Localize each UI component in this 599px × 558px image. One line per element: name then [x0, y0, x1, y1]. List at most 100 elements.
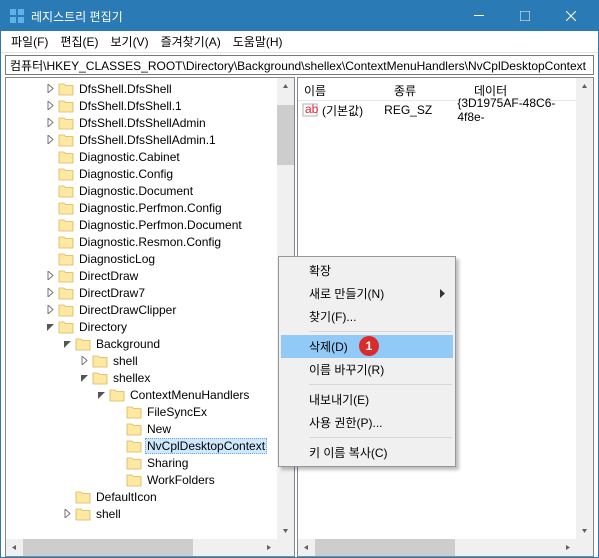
- menu-help[interactable]: 도움말(H): [227, 31, 289, 52]
- no-expand: [61, 491, 73, 503]
- list-scrollbar-horizontal[interactable]: [298, 539, 576, 556]
- folder-icon: [126, 405, 142, 419]
- tree-item[interactable]: DfsShell.DfsShellAdmin.1: [6, 131, 277, 148]
- scroll-thumb[interactable]: [23, 539, 193, 556]
- title-bar: 레지스트리 편집기: [1, 1, 598, 31]
- scroll-up-icon[interactable]: [576, 78, 593, 95]
- column-type[interactable]: 종류: [388, 78, 468, 100]
- collapse-icon[interactable]: [61, 338, 73, 350]
- folder-icon: [126, 439, 142, 453]
- expand-icon[interactable]: [44, 83, 56, 95]
- scroll-down-icon[interactable]: [576, 522, 593, 539]
- scroll-track[interactable]: [576, 95, 593, 522]
- list-row[interactable]: ab(기본값)REG_SZ{3D1975AF-48C6-4f8e-: [298, 101, 576, 119]
- maximize-button[interactable]: [502, 1, 548, 31]
- expand-icon[interactable]: [44, 134, 56, 146]
- tree-item[interactable]: ContextMenuHandlers: [6, 386, 277, 403]
- tree-item[interactable]: Diagnostic.Resmon.Config: [6, 233, 277, 250]
- no-expand: [44, 253, 56, 265]
- expand-icon[interactable]: [44, 270, 56, 282]
- tree-scrollbar-horizontal[interactable]: [6, 539, 277, 556]
- ctx-permissions[interactable]: 사용 권한(P)...: [281, 411, 453, 434]
- no-expand: [44, 219, 56, 231]
- tree-item[interactable]: Diagnostic.Perfmon.Document: [6, 216, 277, 233]
- ctx-export[interactable]: 내보내기(E): [281, 388, 453, 411]
- tree-item[interactable]: NvCplDesktopContext: [6, 437, 277, 454]
- folder-icon: [58, 82, 74, 96]
- expand-icon[interactable]: [61, 508, 73, 520]
- svg-text:ab: ab: [305, 102, 318, 116]
- scroll-left-icon[interactable]: [6, 539, 23, 556]
- tree-item[interactable]: DfsShell.DfsShell.1: [6, 97, 277, 114]
- ctx-find[interactable]: 찾기(F)...: [281, 305, 453, 328]
- folder-icon: [75, 507, 91, 521]
- expand-icon[interactable]: [78, 355, 90, 367]
- menu-edit[interactable]: 편집(E): [54, 31, 104, 52]
- tree-item[interactable]: Directory: [6, 318, 277, 335]
- menu-view[interactable]: 보기(V): [104, 31, 154, 52]
- ctx-new-label: 새로 만들기(N): [309, 285, 384, 302]
- tree-item[interactable]: DirectDraw7: [6, 284, 277, 301]
- ctx-expand[interactable]: 확장: [281, 259, 453, 282]
- tree-item[interactable]: DfsShell.DfsShellAdmin: [6, 114, 277, 131]
- tree-item-label: Diagnostic.Resmon.Config: [77, 235, 223, 249]
- expand-icon[interactable]: [44, 117, 56, 129]
- folder-icon: [92, 354, 108, 368]
- scroll-left-icon[interactable]: [298, 539, 315, 556]
- tree-item[interactable]: DirectDraw: [6, 267, 277, 284]
- tree-item-label: DfsShell.DfsShell: [77, 82, 174, 96]
- ctx-rename[interactable]: 이름 바꾸기(R): [281, 358, 453, 381]
- tree-item[interactable]: Background: [6, 335, 277, 352]
- ctx-new[interactable]: 새로 만들기(N): [281, 282, 453, 305]
- tree-item[interactable]: Sharing: [6, 454, 277, 471]
- collapse-icon[interactable]: [78, 372, 90, 384]
- tree-item[interactable]: DirectDrawClipper: [6, 301, 277, 318]
- tree-item-label: Diagnostic.Perfmon.Document: [77, 218, 244, 232]
- scroll-right-icon[interactable]: [559, 539, 576, 556]
- tree-item[interactable]: Diagnostic.Cabinet: [6, 148, 277, 165]
- folder-icon: [75, 337, 91, 351]
- scroll-thumb[interactable]: [277, 105, 294, 165]
- tree-item[interactable]: New: [6, 420, 277, 437]
- close-button[interactable]: [548, 1, 594, 31]
- collapse-icon[interactable]: [44, 321, 56, 333]
- ctx-delete-label: 삭제(D): [309, 338, 348, 355]
- address-bar[interactable]: 컴퓨터\HKEY_CLASSES_ROOT\Directory\Backgrou…: [5, 55, 594, 75]
- tree-item-label: Sharing: [145, 456, 190, 470]
- tree-item[interactable]: DiagnosticLog: [6, 250, 277, 267]
- collapse-icon[interactable]: [95, 389, 107, 401]
- scroll-right-icon[interactable]: [260, 539, 277, 556]
- folder-icon: [58, 252, 74, 266]
- scroll-down-icon[interactable]: [277, 522, 294, 539]
- tree-item-label: DefaultIcon: [94, 490, 159, 504]
- tree-pane: DfsShell.DfsShellDfsShell.DfsShell.1DfsS…: [5, 77, 295, 557]
- tree-item[interactable]: DfsShell.DfsShell: [6, 80, 277, 97]
- tree-item[interactable]: DefaultIcon: [6, 488, 277, 505]
- list-scrollbar-vertical[interactable]: [576, 78, 593, 539]
- tree-item[interactable]: FileSyncEx: [6, 403, 277, 420]
- tree-item[interactable]: WorkFolders: [6, 471, 277, 488]
- expand-icon[interactable]: [44, 100, 56, 112]
- menu-file[interactable]: 파일(F): [5, 31, 54, 52]
- folder-icon: [58, 303, 74, 317]
- menu-favorites[interactable]: 즐겨찾기(A): [155, 31, 227, 52]
- tree-item[interactable]: shell: [6, 352, 277, 369]
- scroll-track[interactable]: [315, 539, 559, 556]
- column-name[interactable]: 이름: [298, 78, 388, 100]
- tree-item[interactable]: shellex: [6, 369, 277, 386]
- scroll-track[interactable]: [23, 539, 260, 556]
- context-menu: 확장 새로 만들기(N) 찾기(F)... 삭제(D) 1 이름 바꾸기(R) …: [278, 256, 456, 467]
- scroll-up-icon[interactable]: [277, 78, 294, 95]
- expand-icon[interactable]: [44, 287, 56, 299]
- scroll-thumb[interactable]: [315, 539, 455, 556]
- ctx-delete[interactable]: 삭제(D) 1: [281, 335, 453, 358]
- tree-item[interactable]: Diagnostic.Document: [6, 182, 277, 199]
- tree-item[interactable]: Diagnostic.Perfmon.Config: [6, 199, 277, 216]
- tree-item[interactable]: shell: [6, 505, 277, 522]
- tree-item-label: ContextMenuHandlers: [128, 388, 251, 402]
- minimize-button[interactable]: [456, 1, 502, 31]
- tree-item[interactable]: Diagnostic.Config: [6, 165, 277, 182]
- ctx-copykey[interactable]: 키 이름 복사(C): [281, 441, 453, 464]
- folder-icon: [126, 456, 142, 470]
- expand-icon[interactable]: [44, 304, 56, 316]
